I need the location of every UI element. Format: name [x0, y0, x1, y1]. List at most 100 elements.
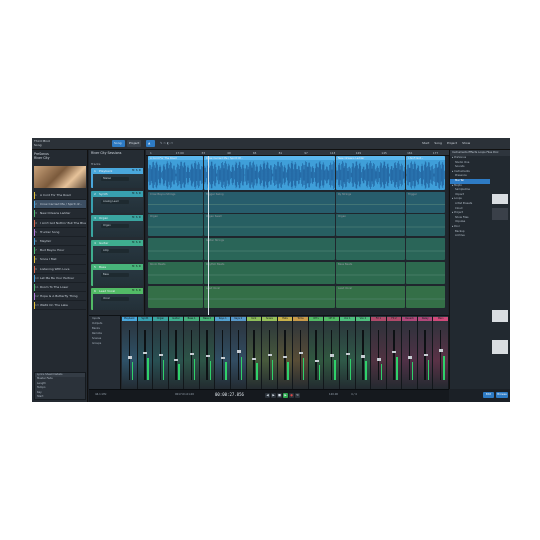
audio-clip[interactable]: [336, 238, 405, 260]
track-input-selector[interactable]: Stereo: [101, 177, 129, 181]
fader-handle[interactable]: [190, 353, 195, 356]
mixer-channel-strip[interactable]: Kick: [246, 316, 263, 390]
channel-name[interactable]: Snare: [262, 317, 277, 321]
forward-button[interactable]: ▶: [271, 393, 276, 398]
audio-clip[interactable]: Bass Beats: [336, 262, 405, 284]
channel-name[interactable]: Organ: [153, 317, 168, 321]
mixer-channel-strip[interactable]: Reverb: [402, 316, 418, 390]
setlist-item[interactable]: 7 Bud Bayou Hour: [34, 246, 86, 256]
mixer-channel-strip[interactable]: Synth: [137, 316, 154, 390]
channel-name[interactable]: Synth: [137, 317, 153, 321]
setlist-item[interactable]: 1A Cord For The Road: [34, 191, 86, 201]
audio-clip[interactable]: Crow Bayou Strings: [148, 192, 203, 213]
channel-name[interactable]: Bass 2: [199, 317, 215, 321]
channel-name[interactable]: Delay: [417, 317, 433, 321]
track-name[interactable]: Bass: [99, 265, 106, 269]
channel-name[interactable]: Reverb: [402, 317, 417, 321]
audio-clip[interactable]: [406, 214, 445, 236]
mixer-channel-strip[interactable]: OH L: [308, 316, 325, 390]
fader-handle[interactable]: [174, 358, 179, 362]
setlist-item[interactable]: 4I Ain't Got Nothin' But The Blues: [34, 219, 86, 228]
audio-clip[interactable]: Guitar Strings: [204, 238, 335, 260]
mixer-channel-strip[interactable]: Hats: [277, 316, 294, 390]
nav-show[interactable]: Show: [462, 141, 470, 145]
channel-name[interactable]: Kick: [246, 317, 262, 321]
audio-clip[interactable]: Rhythm Beats: [204, 262, 335, 284]
mute-solo-record-buttons[interactable]: M S R: [132, 192, 141, 196]
time-signature[interactable]: 4 / 4: [351, 393, 357, 397]
fader-handle[interactable]: [267, 354, 272, 357]
channel-name[interactable]: FX 2: [386, 317, 402, 321]
fader-handle[interactable]: [330, 354, 335, 357]
track-name[interactable]: Synth: [99, 192, 108, 196]
audio-clip[interactable]: Organ: [148, 214, 203, 236]
mixer-channel-strip[interactable]: Toms: [293, 316, 309, 390]
channel-name[interactable]: Bass 1: [184, 317, 199, 321]
browse-button[interactable]: Browse: [496, 392, 508, 398]
fader-handle[interactable]: [376, 358, 381, 361]
track-header[interactable]: 5 Bass M S R Bass: [91, 264, 143, 286]
play-button[interactable]: ▶: [283, 393, 288, 398]
fader-handle[interactable]: [299, 352, 304, 355]
fader-handle[interactable]: [221, 356, 226, 360]
mixer-channel-strip[interactable]: Guitar: [168, 316, 185, 390]
fader-handle[interactable]: [236, 350, 241, 353]
channel-name[interactable]: Playback: [122, 317, 137, 321]
fader-handle[interactable]: [205, 354, 210, 358]
fader-handle[interactable]: [439, 349, 444, 352]
channel-name[interactable]: Main: [433, 317, 448, 321]
mixer-channel-strip[interactable]: Vox 1: [340, 316, 356, 390]
nav-song[interactable]: Song: [434, 141, 442, 145]
track-input-selector[interactable]: Organ: [101, 224, 129, 228]
setlist-item[interactable]: 11 Room To The Loser: [34, 283, 86, 293]
mute-solo-record-buttons[interactable]: M S R: [132, 241, 141, 245]
tempo-display[interactable]: 120.00: [329, 393, 338, 397]
audio-clip[interactable]: [148, 286, 203, 308]
mixer-channel-strip[interactable]: Main: [433, 316, 449, 390]
mixer-channel-strip[interactable]: Playback: [122, 316, 138, 390]
fader-handle[interactable]: [143, 351, 148, 354]
track-header[interactable]: 1 Playback M S R Stereo: [91, 168, 143, 188]
mixer-channel-strip[interactable]: Bass 1: [184, 316, 200, 390]
fader-handle[interactable]: [345, 352, 350, 355]
nav-start[interactable]: Start: [422, 141, 429, 145]
track-name[interactable]: Lead Vocal: [99, 289, 115, 293]
audio-clip[interactable]: Trigger Swing: [204, 192, 335, 213]
audio-clip[interactable]: [406, 238, 445, 260]
tool-icons[interactable]: ✎ ✂ ◐ ▭: [158, 140, 188, 147]
fader-handle[interactable]: [314, 359, 319, 363]
track-header[interactable]: 4 Guitar M S R Amp: [91, 240, 143, 262]
fader-handle[interactable]: [283, 355, 288, 359]
fader-handle[interactable]: [392, 350, 397, 354]
fader-handle[interactable]: [158, 354, 163, 357]
channel-name[interactable]: FX 1: [371, 317, 386, 321]
audio-clip[interactable]: [406, 286, 445, 308]
channel-name[interactable]: Toms: [293, 317, 308, 321]
fader-handle[interactable]: [408, 356, 413, 359]
audio-clip[interactable]: Ry Strings: [336, 192, 405, 213]
mute-solo-record-buttons[interactable]: M S R: [132, 265, 141, 269]
setlist-item[interactable]: 6 Mayfair: [34, 237, 86, 247]
track-name[interactable]: Playback: [99, 169, 112, 173]
audio-clip[interactable]: A Cord For The Road: [148, 156, 203, 190]
stop-button[interactable]: ■: [277, 393, 282, 398]
audio-clip[interactable]: Crow Carried Me / Spirit Of...: [204, 156, 335, 190]
nav-project[interactable]: Project: [447, 141, 457, 145]
track-input-selector[interactable]: Bass: [101, 273, 129, 277]
setlist-item[interactable]: 5 Trucker Song: [34, 228, 86, 237]
playhead[interactable]: [208, 156, 209, 315]
setlist-item[interactable]: 8 Since I Met: [34, 255, 86, 265]
track-name[interactable]: Guitar: [99, 241, 108, 245]
channel-name[interactable]: Hats: [277, 317, 293, 321]
setlist-item[interactable]: 2 Crow Carried Me / Spirit of...: [34, 200, 86, 210]
mixer-channel-strip[interactable]: FX 1: [371, 316, 387, 390]
mute-solo-record-buttons[interactable]: M S R: [132, 289, 141, 293]
mute-solo-record-buttons[interactable]: M S R: [132, 169, 141, 173]
audio-clip[interactable]: [148, 238, 203, 260]
mixer-channel-strip[interactable]: Organ: [153, 316, 169, 390]
track-header[interactable]: 2 Synth M S R Analog Lead: [91, 191, 143, 213]
track-name[interactable]: Organ: [99, 216, 108, 220]
channel-name[interactable]: Keys 2: [231, 317, 246, 321]
arrangement-view[interactable]: A Cord For The Road Crow Carried Me / Spi…: [146, 156, 448, 315]
tab-song[interactable]: Song: [112, 140, 125, 147]
